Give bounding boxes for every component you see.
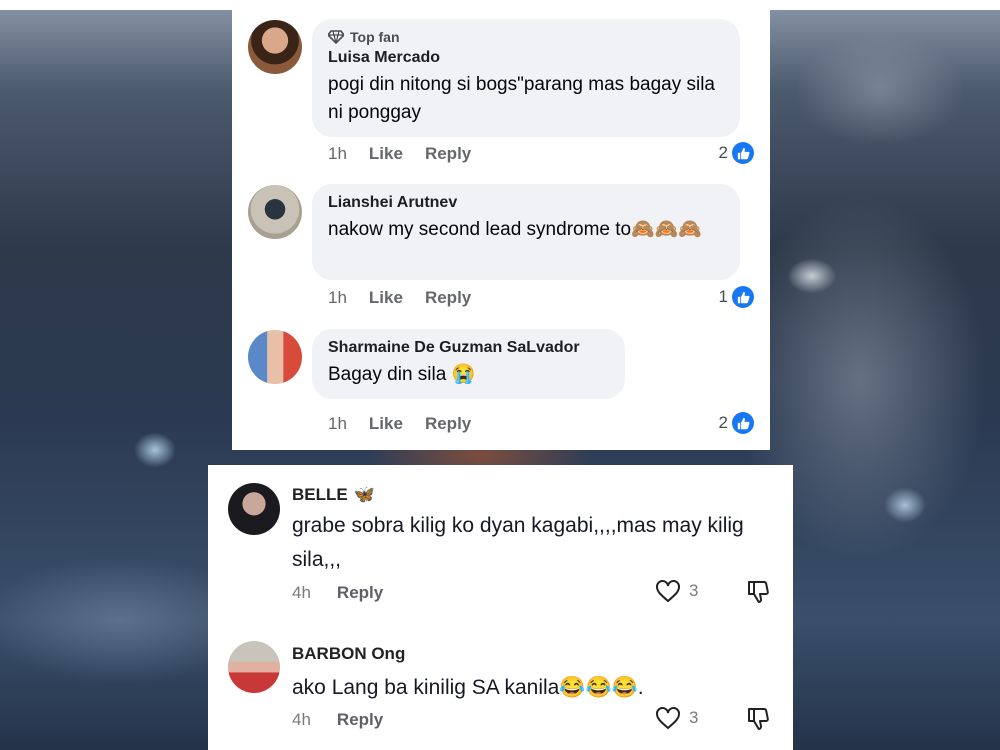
comment-bubble: Top fan Luisa Mercado pogi din nitong si… xyxy=(312,19,740,137)
like-button[interactable]: Like xyxy=(369,288,403,308)
comment-text: grabe sobra kilig ko dyan kagabi,,,,mas … xyxy=(292,514,744,571)
facebook-comments-panel: Top fan Luisa Mercado pogi din nitong si… xyxy=(232,10,770,450)
comment-text: pogi din nitong si bogs"parang mas bagay… xyxy=(328,74,715,123)
reply-button[interactable]: Reply xyxy=(425,414,471,434)
reply-button[interactable]: Reply xyxy=(337,583,383,603)
reply-button[interactable]: Reply xyxy=(425,288,471,308)
badge-label: Top fan xyxy=(350,29,400,45)
commenter-name[interactable]: Lianshei Arutnev xyxy=(328,194,724,212)
reaction-number: 2 xyxy=(718,143,728,162)
dislike-button[interactable] xyxy=(745,706,771,737)
like-count: 3 xyxy=(689,581,699,600)
commenter-name[interactable]: BARBON Ong xyxy=(292,644,405,664)
like-button[interactable]: Like xyxy=(369,414,403,434)
comment-meta: 4h Reply xyxy=(292,583,383,603)
comment-text: ako Lang ba kinilig SA kanila😂😂😂. xyxy=(292,676,644,699)
comment-actions: 1h Like Reply xyxy=(328,288,471,308)
like-count: 3 xyxy=(689,708,699,727)
thumbs-down-icon[interactable] xyxy=(745,706,771,732)
diamond-icon xyxy=(328,30,344,44)
reaction-count[interactable]: 1 xyxy=(719,286,754,308)
thumbs-up-icon xyxy=(732,286,754,308)
heart-outline-icon[interactable] xyxy=(655,579,681,603)
reply-button[interactable]: Reply xyxy=(425,144,471,164)
comment-text: nakow my second lead syndrome to🙈🙈🙈 xyxy=(328,219,703,240)
comment-actions: 1h Like Reply xyxy=(328,144,471,164)
reaction-count[interactable]: 2 xyxy=(719,142,754,164)
comment-time[interactable]: 1h xyxy=(328,288,347,308)
commenter-name-text: BELLE xyxy=(292,485,348,504)
dislike-button[interactable] xyxy=(745,579,771,610)
reaction-number: 2 xyxy=(718,413,728,432)
avatar[interactable] xyxy=(228,641,280,693)
avatar[interactable] xyxy=(228,483,280,535)
comment-time[interactable]: 1h xyxy=(328,144,347,164)
comment-time[interactable]: 1h xyxy=(328,414,347,434)
reply-button[interactable]: Reply xyxy=(337,710,383,730)
like-control[interactable]: 3 xyxy=(655,579,698,603)
commenter-name[interactable]: Luisa Mercado xyxy=(328,49,724,67)
comment-meta: 4h Reply xyxy=(292,710,383,730)
comment-time: 4h xyxy=(292,710,311,729)
comment-text: Bagay din sila 😭 xyxy=(328,364,476,385)
heart-outline-icon[interactable] xyxy=(655,706,681,730)
comment-actions: 1h Like Reply xyxy=(328,414,471,434)
comment-bubble: Sharmaine De Guzman SaLvador Bagay din s… xyxy=(312,329,625,399)
commenter-name-text: BARBON Ong xyxy=(292,644,406,663)
thumbs-down-icon[interactable] xyxy=(745,579,771,605)
like-button[interactable]: Like xyxy=(369,144,403,164)
tiktok-comments-panel: BELLE 🦋 grabe sobra kilig ko dyan kagabi… xyxy=(208,465,793,750)
avatar[interactable] xyxy=(248,185,302,239)
avatar[interactable] xyxy=(248,330,302,384)
comment-time: 4h xyxy=(292,583,311,602)
butterfly-emoji: 🦋 xyxy=(353,485,375,504)
comment-bubble: Lianshei Arutnev nakow my second lead sy… xyxy=(312,184,740,280)
reaction-number: 1 xyxy=(718,287,728,306)
avatar[interactable] xyxy=(248,20,302,74)
reaction-count[interactable]: 2 xyxy=(719,412,754,434)
like-control[interactable]: 3 xyxy=(655,706,698,730)
commenter-name[interactable]: BELLE 🦋 xyxy=(292,485,375,505)
top-white-strip xyxy=(0,0,1000,10)
commenter-name[interactable]: Sharmaine De Guzman SaLvador xyxy=(328,339,609,357)
thumbs-up-icon xyxy=(732,142,754,164)
top-fan-badge: Top fan xyxy=(328,29,724,45)
thumbs-up-icon xyxy=(732,412,754,434)
